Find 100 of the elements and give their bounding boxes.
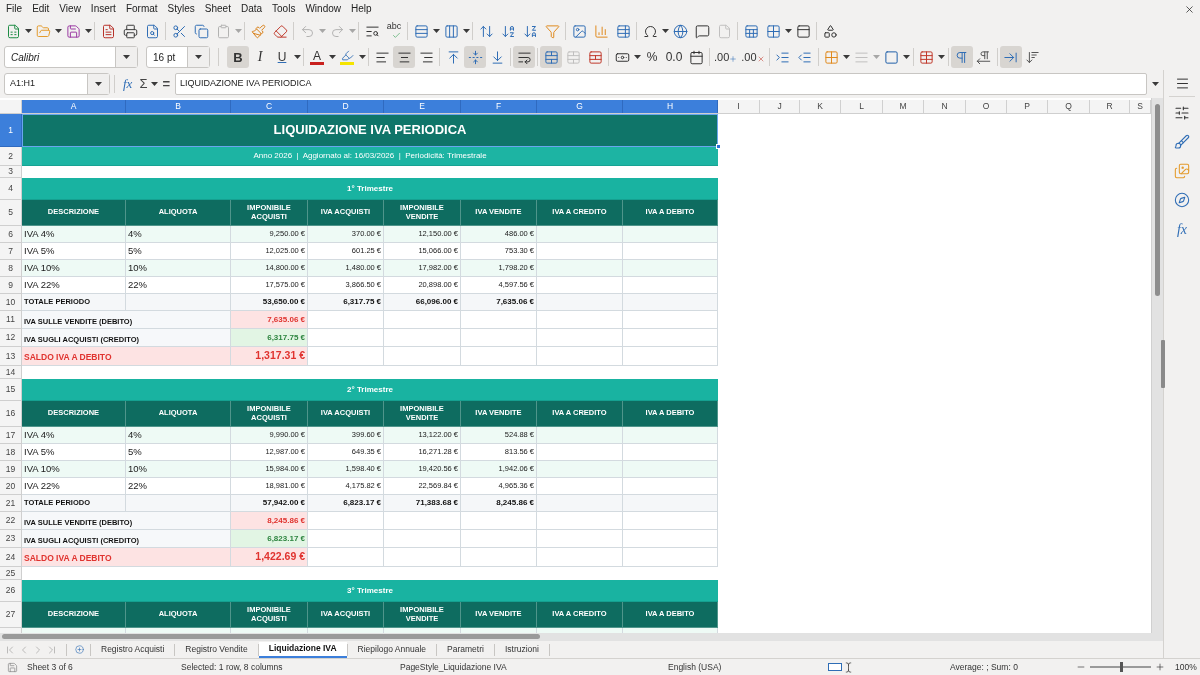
menu-item[interactable]: Format xyxy=(120,4,163,14)
caret-icon[interactable] xyxy=(462,29,470,33)
row-header[interactable]: 8 xyxy=(0,260,22,277)
column-header[interactable]: D xyxy=(308,100,384,113)
row-header[interactable]: 24 xyxy=(0,548,22,567)
rectangle-icon[interactable] xyxy=(828,663,842,671)
caret-icon[interactable] xyxy=(358,55,366,59)
left-to-right-button[interactable] xyxy=(950,46,973,68)
vertical-scrollbar[interactable] xyxy=(1151,98,1163,633)
row-header[interactable]: 5 xyxy=(0,200,22,226)
caret-icon[interactable] xyxy=(293,55,301,59)
align-center-button[interactable] xyxy=(393,46,415,68)
name-box[interactable]: A1:H1 xyxy=(4,73,110,95)
column-header[interactable]: F xyxy=(461,100,537,113)
sheet-tab[interactable]: Istruzioni xyxy=(494,641,549,658)
row-header[interactable]: 20 xyxy=(0,478,22,495)
bold-button[interactable]: B xyxy=(227,46,249,68)
sheet-tab[interactable]: Registro Acquisti xyxy=(91,641,175,658)
align-middle-button[interactable] xyxy=(464,46,486,68)
row-header[interactable]: 4 xyxy=(0,178,22,200)
column-header[interactable]: H xyxy=(623,100,718,113)
fill-handle-icon[interactable] xyxy=(716,144,721,149)
row-header[interactable]: 27 xyxy=(0,602,22,628)
number-button[interactable]: 0.0 xyxy=(663,46,685,68)
row-header[interactable]: 21 xyxy=(0,495,22,512)
row-header[interactable]: 19 xyxy=(0,461,22,478)
column-header[interactable]: B xyxy=(126,100,231,113)
sum-button[interactable]: Σ xyxy=(136,73,151,95)
menu-item[interactable]: File xyxy=(1,4,28,14)
menu-item[interactable]: Sheet xyxy=(199,4,236,14)
add-decimal-button[interactable]: .00 xyxy=(712,46,740,68)
row-header[interactable]: 23 xyxy=(0,530,22,548)
row-header[interactable]: 18 xyxy=(0,444,22,461)
column-header[interactable]: A xyxy=(22,100,126,113)
row-header[interactable]: 2 xyxy=(0,147,22,166)
sidebar-handle[interactable] xyxy=(1161,340,1165,388)
row-header[interactable]: 9 xyxy=(0,277,22,294)
column-header[interactable]: C xyxy=(231,100,308,113)
sidebar-tab[interactable]: fx xyxy=(1171,218,1193,240)
menu-item[interactable]: Window xyxy=(300,4,346,14)
menu-item[interactable]: Styles xyxy=(162,4,200,14)
italic-button[interactable]: I xyxy=(249,46,271,68)
menu-item[interactable]: Help xyxy=(346,4,377,14)
caret-icon[interactable] xyxy=(84,29,92,33)
caret-icon[interactable] xyxy=(195,55,202,59)
font-size-field[interactable]: 16 pt xyxy=(146,46,210,68)
row-header[interactable]: 6 xyxy=(0,226,22,243)
menu-item[interactable]: Edit xyxy=(27,4,55,14)
zoom-slider[interactable] xyxy=(1090,662,1151,672)
caret-icon[interactable] xyxy=(784,29,792,33)
row-header[interactable]: 10 xyxy=(0,294,22,311)
row-header[interactable]: 22 xyxy=(0,512,22,530)
language[interactable]: English (USA) xyxy=(668,660,828,674)
font-name-field[interactable]: Calibri xyxy=(4,46,138,68)
zoom-slider-thumb[interactable] xyxy=(1119,662,1123,672)
row-header[interactable]: 15 xyxy=(0,379,22,401)
row-header[interactable]: 17 xyxy=(0,427,22,444)
wrap-text-button[interactable] xyxy=(513,46,535,68)
percent-button[interactable]: % xyxy=(641,46,663,68)
row-header[interactable]: 16 xyxy=(0,401,22,427)
scrollbar-thumb[interactable] xyxy=(2,634,540,639)
row-header[interactable]: 7 xyxy=(0,243,22,260)
caret-icon[interactable] xyxy=(328,55,336,59)
caret-icon[interactable] xyxy=(432,29,440,33)
merge-center-button[interactable] xyxy=(540,46,562,68)
caret-icon[interactable] xyxy=(1151,82,1159,86)
caret-icon[interactable] xyxy=(843,55,851,59)
sheet-tab[interactable]: Registro Vendite xyxy=(175,641,258,658)
sheet-tab[interactable]: Liquidazione IVA xyxy=(258,641,347,658)
underline-button[interactable]: U xyxy=(271,46,293,68)
font-color-button[interactable]: A xyxy=(306,46,328,68)
caret-icon[interactable] xyxy=(633,55,641,59)
caret-icon[interactable] xyxy=(903,55,911,59)
caret-icon[interactable] xyxy=(54,29,62,33)
scrollbar-thumb[interactable] xyxy=(1155,104,1160,296)
caret-icon[interactable] xyxy=(150,82,158,86)
caret-icon[interactable] xyxy=(661,29,669,33)
row-header[interactable]: 13 xyxy=(0,347,22,366)
row-header[interactable]: 25 xyxy=(0,567,22,580)
delete-decimal-button[interactable]: .00 xyxy=(739,46,767,68)
row-header[interactable]: 12 xyxy=(0,329,22,347)
sheet-tab[interactable]: Riepilogo Annuale xyxy=(347,641,437,658)
sheet-tab[interactable]: Parametri xyxy=(437,641,494,658)
function-wizard-button[interactable]: fx xyxy=(119,73,137,95)
menu-item[interactable]: Data xyxy=(235,4,268,14)
zoom-level[interactable]: 100% xyxy=(1175,660,1197,674)
menu-item[interactable]: Tools xyxy=(267,4,301,14)
column-header[interactable]: E xyxy=(384,100,461,113)
row-header[interactable]: 1 xyxy=(0,114,22,147)
column-header[interactable]: G xyxy=(537,100,623,113)
text-left-to-right-button[interactable] xyxy=(999,46,1022,68)
row-header[interactable]: 3 xyxy=(0,166,22,178)
spelling-button[interactable]: abc xyxy=(383,20,405,42)
caret-icon[interactable] xyxy=(123,55,130,59)
formula-button[interactable]: = xyxy=(158,73,175,95)
formula-input[interactable]: LIQUIDAZIONE IVA PERIODICA xyxy=(175,73,1147,95)
row-header[interactable]: 14 xyxy=(0,366,22,379)
row-header[interactable]: 11 xyxy=(0,311,22,329)
caret-icon[interactable] xyxy=(24,29,32,33)
caret-icon[interactable] xyxy=(938,55,946,59)
